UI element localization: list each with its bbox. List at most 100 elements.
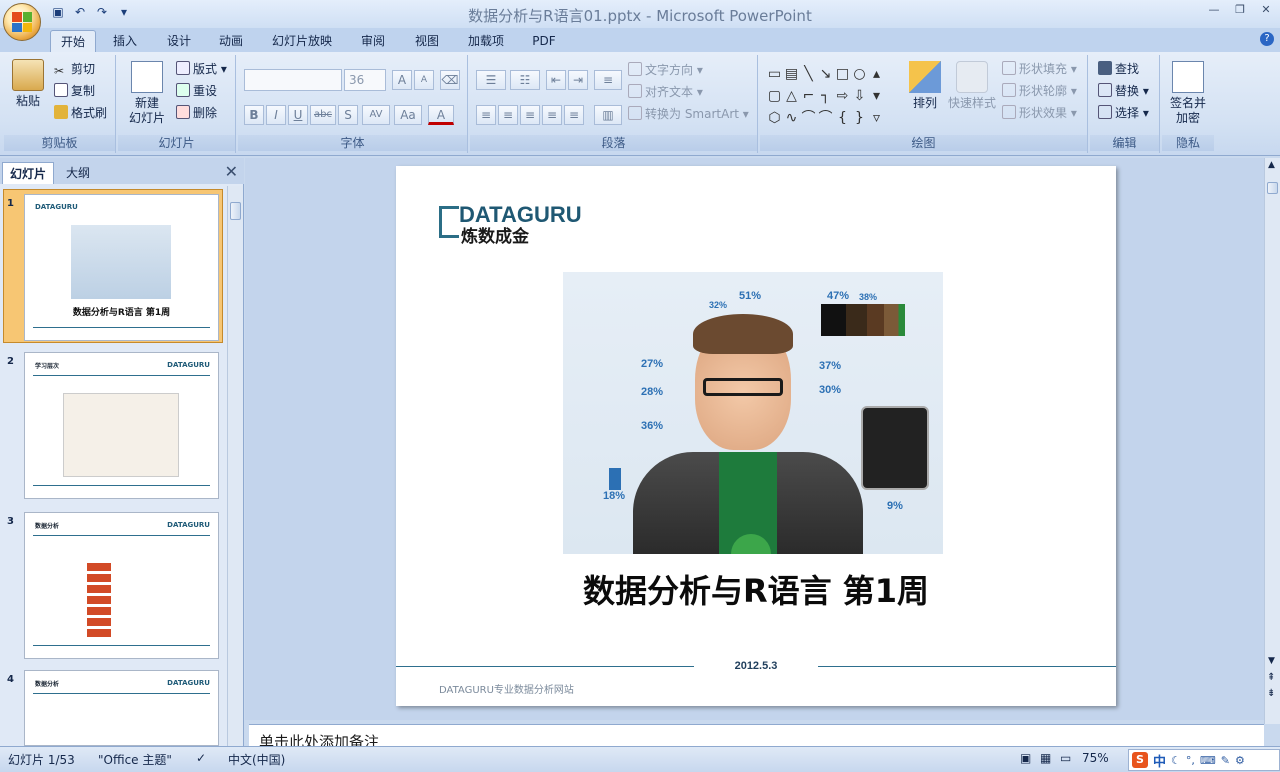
new-slide-button[interactable]: 新建 幻灯片 [122, 61, 172, 126]
tab-home[interactable]: 开始 [50, 30, 96, 52]
arrange-button[interactable]: 排列 [906, 61, 944, 111]
language[interactable]: 中文(中国) [228, 751, 285, 768]
font-name-combo[interactable] [244, 69, 342, 91]
elbow-arrow-shape-icon[interactable]: ┐ [817, 85, 834, 107]
ime-punct-icon[interactable]: °, [1186, 754, 1195, 767]
slide-title[interactable]: 数据分析与R语言 第1周 [396, 566, 1116, 612]
brace-left-shape-icon[interactable]: { [834, 107, 851, 129]
justify-button[interactable]: ≡ [542, 105, 562, 125]
tab-insert[interactable]: 插入 [104, 30, 146, 52]
notes-pane[interactable]: 单击此处添加备注 [249, 724, 1264, 748]
triangle-shape-icon[interactable]: △ [783, 85, 800, 107]
replace-button[interactable]: 替换 ▾ [1098, 82, 1149, 100]
numbering-button[interactable]: ☷ [510, 70, 540, 90]
tab-outline[interactable]: 大纲 [56, 162, 100, 184]
bullets-button[interactable]: ☰ [476, 70, 506, 90]
oval-shape-icon[interactable]: ○ [851, 63, 868, 85]
arc-shape-icon[interactable]: ⌒ [800, 107, 817, 129]
sorter-view-icon[interactable]: ▦ [1040, 751, 1051, 765]
increase-indent-button[interactable]: ⇥ [568, 70, 588, 90]
tab-animations[interactable]: 动画 [210, 30, 252, 52]
clear-format-button[interactable]: ⌫ [440, 70, 460, 90]
select-button[interactable]: 选择 ▾ [1098, 104, 1149, 122]
find-button[interactable]: 查找 [1098, 60, 1139, 78]
normal-view-icon[interactable]: ▣ [1020, 751, 1031, 765]
slide-date[interactable]: 2012.5.3 [396, 660, 1116, 672]
brace-right-shape-icon[interactable]: } [851, 107, 868, 129]
tab-design[interactable]: 设计 [158, 30, 200, 52]
tab-slideshow[interactable]: 幻灯片放映 [266, 30, 338, 52]
arrow-line-shape-icon[interactable]: ↘ [817, 63, 834, 85]
delete-slide-button[interactable]: 删除 [176, 104, 217, 122]
spellcheck-icon[interactable]: ✓ [196, 751, 206, 765]
help-icon[interactable]: ? [1260, 32, 1274, 46]
hexagon-shape-icon[interactable]: ⬡ [766, 107, 783, 129]
tab-pdf[interactable]: PDF [524, 30, 564, 52]
columns-button[interactable]: ▥ [594, 105, 622, 125]
slide-footer[interactable]: DATAGURU专业数据分析网站 [439, 681, 574, 696]
slideshow-view-icon[interactable]: ▭ [1060, 751, 1071, 765]
down-arrow-shape-icon[interactable]: ⇩ [851, 85, 868, 107]
slide-thumbnail-1[interactable]: DATAGURU 数据分析与R语言 第1周 [24, 194, 219, 341]
text-direction-button[interactable]: 文字方向 ▾ [628, 61, 703, 79]
shape-fill-button[interactable]: 形状填充 ▾ [1002, 60, 1077, 78]
paste-button[interactable]: 粘贴 [8, 59, 48, 109]
shapes-gallery[interactable]: ▭ ▤ ╲ ↘ □ ○ ▴ ▢ △ ⌐ ┐ ⇨ ⇩ ▾ ⬡ ∿ ⌒ ⌒{} ▿ [766, 63, 892, 129]
bold-button[interactable]: B [244, 105, 264, 125]
freeform-shape-icon[interactable]: ⌒ [817, 107, 834, 129]
decrease-indent-button[interactable]: ⇤ [546, 70, 566, 90]
copy-button[interactable]: 复制 [54, 82, 95, 100]
rect-shape-icon[interactable]: □ [834, 63, 851, 85]
close-pane-icon[interactable]: ✕ [225, 162, 238, 181]
shapes-expand-icon[interactable]: ▿ [868, 107, 885, 129]
italic-button[interactable]: I [266, 105, 286, 125]
tab-view[interactable]: 视图 [406, 30, 448, 52]
char-spacing-button[interactable]: AV [362, 105, 390, 125]
next-slide-icon[interactable]: ⇟ [1267, 688, 1275, 699]
infographic-image[interactable]: 51% 32% 47% 38% 27% 28% 37% 30% 36% 18% … [563, 272, 943, 554]
shrink-font-button[interactable]: A [414, 70, 434, 90]
grow-font-button[interactable]: A [392, 70, 412, 90]
change-case-button[interactable]: Aa [394, 105, 422, 125]
shape-outline-button[interactable]: 形状轮廓 ▾ [1002, 82, 1077, 100]
tab-slides[interactable]: 幻灯片 [2, 162, 54, 184]
ime-moon-icon[interactable]: ☾ [1171, 754, 1181, 767]
font-color-button[interactable]: A [428, 105, 454, 125]
tab-review[interactable]: 审阅 [352, 30, 394, 52]
more-shapes-down-icon[interactable]: ▾ [868, 85, 885, 107]
elbow-shape-icon[interactable]: ⌐ [800, 85, 817, 107]
tab-addins[interactable]: 加载项 [460, 30, 512, 52]
slide-thumbnail-2[interactable]: 学习层次 DATAGURU [24, 352, 219, 499]
ime-mode[interactable]: 中 [1153, 751, 1166, 770]
ime-settings-icon[interactable]: ⚙ [1235, 754, 1245, 767]
align-left-button[interactable]: ≡ [476, 105, 496, 125]
shape-effects-button[interactable]: 形状效果 ▾ [1002, 104, 1077, 122]
slide-thumbnail-3[interactable]: 数据分析 DATAGURU [24, 512, 219, 659]
smartart-button[interactable]: 转换为 SmartArt ▾ [628, 105, 749, 123]
prev-slide-icon[interactable]: ⇞ [1267, 672, 1275, 683]
sign-encrypt-button[interactable]: 签名并 加密 [1164, 61, 1212, 126]
zoom-level[interactable]: 75% [1082, 751, 1109, 765]
scroll-down-icon[interactable]: ▼ [1268, 656, 1275, 666]
line-shape-icon[interactable]: ╲ [800, 63, 817, 85]
shadow-button[interactable]: S [338, 105, 358, 125]
ime-keyboard-icon[interactable]: ⌨ [1200, 754, 1216, 767]
slide-thumbnail-4[interactable]: 数据分析 DATAGURU [24, 670, 219, 746]
round-rect-shape-icon[interactable]: ▢ [766, 85, 783, 107]
reset-button[interactable]: 重设 [176, 82, 217, 100]
ime-tools-icon[interactable]: ✎ [1221, 754, 1230, 767]
more-shapes-up-icon[interactable]: ▴ [868, 63, 885, 85]
cut-button[interactable]: ✂ 剪切 [54, 60, 95, 78]
current-slide[interactable]: DATAGURU 炼数成金 51% 32% 47% 38% 27% 28% 37… [396, 166, 1116, 706]
strikethrough-button[interactable]: abc [310, 105, 336, 125]
format-painter-button[interactable]: 格式刷 [54, 104, 107, 122]
layout-button[interactable]: 版式 ▾ [176, 60, 227, 78]
underline-button[interactable]: U [288, 105, 308, 125]
font-size-combo[interactable]: 36 [344, 69, 386, 91]
align-right-button[interactable]: ≡ [520, 105, 540, 125]
align-center-button[interactable]: ≡ [498, 105, 518, 125]
textbox-shape-icon[interactable]: ▭ [766, 63, 783, 85]
distribute-button[interactable]: ≡ [564, 105, 584, 125]
line-spacing-button[interactable]: ≡ [594, 70, 622, 90]
curve-shape-icon[interactable]: ∿ [783, 107, 800, 129]
